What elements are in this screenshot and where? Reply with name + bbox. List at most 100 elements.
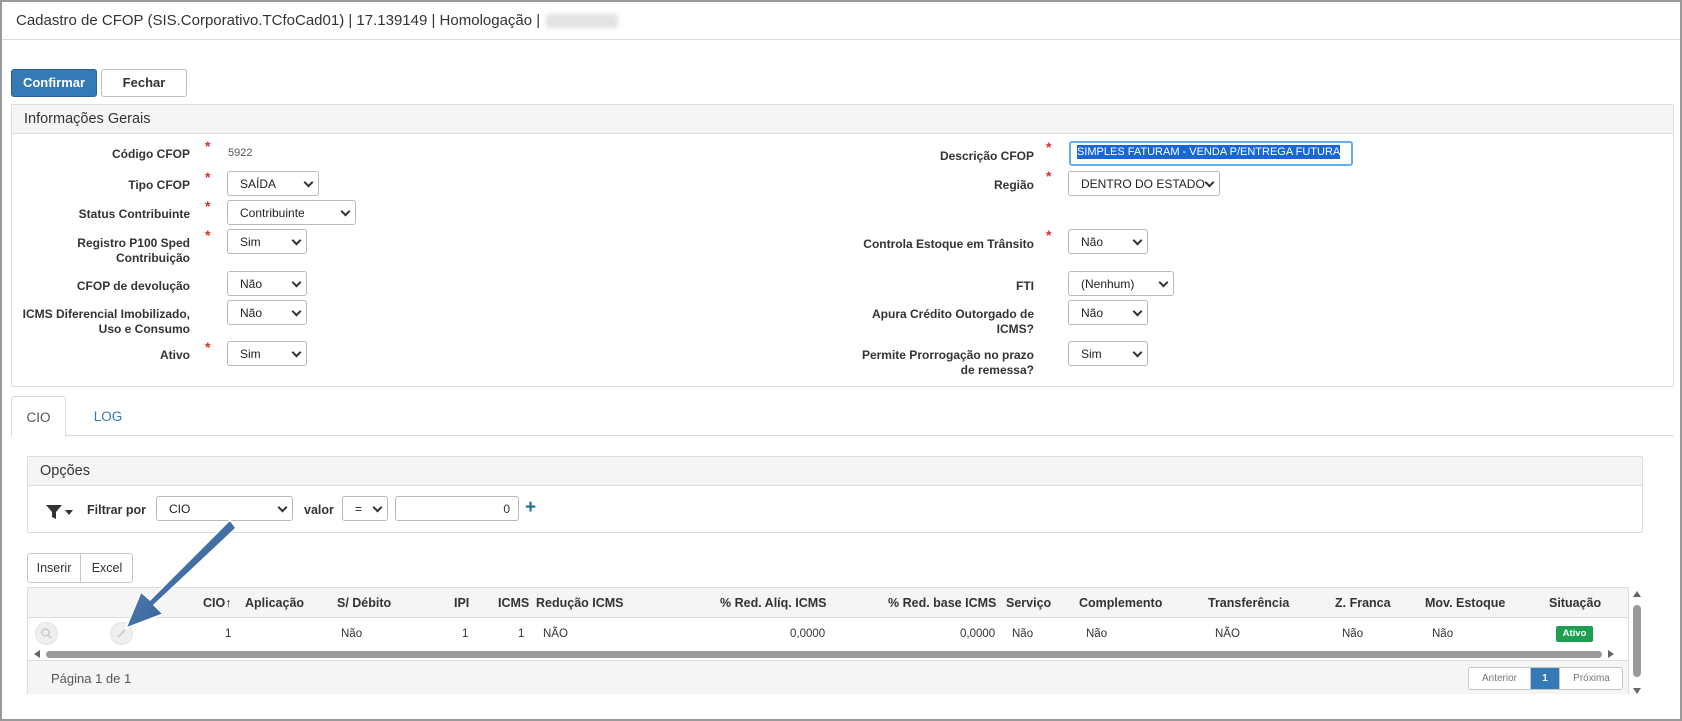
descricao-cfop-label: Descrição CFOP xyxy=(939,149,1034,163)
cfop-devolucao-label: CFOP de devolução xyxy=(76,279,190,293)
icms-diferencial-label: ICMS Diferencial Imobilizado, Uso e Cons… xyxy=(6,307,190,337)
ativo-selected: Sim xyxy=(240,347,261,361)
close-button[interactable]: Fechar xyxy=(101,69,187,97)
add-filter-icon[interactable]: + xyxy=(525,497,536,519)
page-1-button[interactable]: 1 xyxy=(1531,668,1559,689)
icms-diferencial-label-line1: ICMS Diferencial Imobilizado, xyxy=(22,307,190,321)
codigo-cfop-value: 5922 xyxy=(228,147,253,159)
column-header-ipi[interactable]: IPI xyxy=(454,596,469,610)
filter-field-selected: CIO xyxy=(169,502,191,516)
scroll-right-icon[interactable] xyxy=(1608,650,1614,658)
cell-servico: Não xyxy=(1012,628,1034,640)
pagination: Anterior 1 Próxima xyxy=(1468,667,1623,690)
required-marker: * xyxy=(205,198,211,214)
next-page-button[interactable]: Próxima xyxy=(1559,668,1623,689)
registro-p100-selected: Sim xyxy=(240,235,261,249)
column-header-z-franca[interactable]: Z. Franca xyxy=(1335,596,1391,610)
tipo-cfop-label: Tipo CFOP xyxy=(128,178,190,192)
general-info-title: Informações Gerais xyxy=(24,111,151,127)
chevron-down-icon xyxy=(1158,277,1169,288)
status-badge: Ativo xyxy=(1556,626,1593,642)
column-header-situacao[interactable]: Situação xyxy=(1549,596,1601,610)
grid-toolbar: Inserir Excel xyxy=(27,553,133,583)
redacted-environment xyxy=(546,14,619,29)
horizontal-scrollbar[interactable] xyxy=(34,649,1614,659)
chevron-down-icon xyxy=(277,502,288,513)
fti-label: FTI xyxy=(1016,279,1034,293)
prorrogacao-label-line1: Permite Prorrogação no prazo xyxy=(861,348,1034,362)
prev-page-button[interactable]: Anterior xyxy=(1469,668,1531,689)
fti-select[interactable]: (Nenhum) xyxy=(1068,271,1174,296)
operator-select[interactable]: = xyxy=(342,496,388,521)
pencil-icon xyxy=(117,629,126,638)
view-row-button[interactable] xyxy=(35,622,58,645)
tab-cio[interactable]: CIO xyxy=(11,396,66,437)
options-panel: Opções Filtrar por CIO valor = 0 + xyxy=(27,456,1643,533)
general-info-header: Informações Gerais xyxy=(12,105,1673,134)
icms-diferencial-label-line2: Uso e Consumo xyxy=(98,322,190,336)
insert-button[interactable]: Inserir xyxy=(28,554,81,582)
cell-icms: 1 xyxy=(518,628,525,640)
status-contribuinte-select[interactable]: Contribuinte xyxy=(227,200,356,225)
required-marker: * xyxy=(205,227,211,243)
scroll-up-icon[interactable] xyxy=(1633,591,1641,597)
prorrogacao-select[interactable]: Sim xyxy=(1068,341,1148,366)
apura-credito-select[interactable]: Não xyxy=(1068,300,1148,325)
chevron-down-icon xyxy=(1132,235,1143,246)
prorrogacao-label-line2: de remessa? xyxy=(960,363,1034,377)
column-header-mov-estoque[interactable]: Mov. Estoque xyxy=(1425,596,1505,610)
column-header-transferencia[interactable]: Transferência xyxy=(1208,596,1289,610)
scroll-down-icon[interactable] xyxy=(1633,688,1641,694)
column-header-servico[interactable]: Serviço xyxy=(1006,596,1051,610)
ativo-select[interactable]: Sim xyxy=(227,341,307,366)
column-header-complemento[interactable]: Complemento xyxy=(1079,596,1162,610)
icms-diferencial-select[interactable]: Não xyxy=(227,300,307,325)
tipo-cfop-select[interactable]: SAÍDA xyxy=(227,171,319,196)
apura-credito-label-line1: Apura Crédito Outorgado de xyxy=(872,307,1034,321)
descricao-cfop-input[interactable]: SIMPLES FATURAM - VENDA P/ENTREGA FUTURA xyxy=(1069,141,1353,166)
column-header-red-aliq[interactable]: % Red. Alíq. ICMS xyxy=(720,596,827,610)
cell-z-franca: Não xyxy=(1342,628,1364,640)
filter-icon[interactable] xyxy=(46,504,62,520)
tab-bar: CIO LOG xyxy=(11,396,1674,437)
required-marker: * xyxy=(1046,227,1052,243)
column-header-red-base[interactable]: % Red. base ICMS xyxy=(888,596,996,610)
registro-p100-select[interactable]: Sim xyxy=(227,229,307,254)
chevron-down-icon xyxy=(291,347,302,358)
controla-estoque-select[interactable]: Não xyxy=(1068,229,1148,254)
controla-estoque-label: Controla Estoque em Trânsito xyxy=(863,237,1034,251)
tab-log[interactable]: LOG xyxy=(83,396,133,437)
registro-p100-label-line2: Contribuição xyxy=(116,251,190,265)
title-bar: Cadastro de CFOP (SIS.Corporativo.TCfoCa… xyxy=(2,2,1680,40)
regiao-label: Região xyxy=(993,178,1034,192)
table-row[interactable] xyxy=(28,619,1628,647)
sort-asc-icon: ↑ xyxy=(225,596,232,610)
column-header-icms[interactable]: ICMS xyxy=(498,596,529,610)
cell-mov-estoque: Não xyxy=(1432,628,1454,640)
required-marker: * xyxy=(205,169,211,185)
valor-label: valor xyxy=(304,503,334,517)
column-header-reducao-icms[interactable]: Redução ICMS xyxy=(536,596,624,610)
registro-p100-label-line1: Registro P100 Sped xyxy=(77,236,190,250)
cfop-devolucao-select[interactable]: Não xyxy=(227,271,307,296)
codigo-cfop-label: Código CFOP xyxy=(112,147,190,161)
chevron-down-icon xyxy=(303,177,314,188)
filter-field-select[interactable]: CIO xyxy=(156,496,293,521)
column-header-cio-label: CIO xyxy=(203,596,226,610)
vertical-scroll-thumb[interactable] xyxy=(1633,605,1641,677)
column-header-s-debito[interactable]: S/ Débito xyxy=(337,596,391,610)
filter-value-input[interactable]: 0 xyxy=(395,496,519,521)
regiao-select[interactable]: DENTRO DO ESTADO xyxy=(1068,171,1220,196)
column-header-aplicacao[interactable]: Aplicação xyxy=(245,596,304,610)
column-header-cio[interactable]: CIO↑ xyxy=(203,596,231,610)
cio-grid: CIO↑ Aplicação S/ Débito IPI ICMS Reduçã… xyxy=(27,587,1629,694)
scroll-left-icon[interactable] xyxy=(34,650,40,658)
vertical-scrollbar[interactable] xyxy=(1632,591,1642,694)
excel-button[interactable]: Excel xyxy=(81,554,133,582)
required-marker: * xyxy=(205,339,211,355)
chevron-down-icon xyxy=(291,277,302,288)
horizontal-scroll-thumb[interactable] xyxy=(46,651,1602,658)
chevron-down-icon xyxy=(372,502,383,513)
edit-row-button[interactable] xyxy=(110,622,133,645)
confirm-button[interactable]: Confirmar xyxy=(11,69,97,97)
